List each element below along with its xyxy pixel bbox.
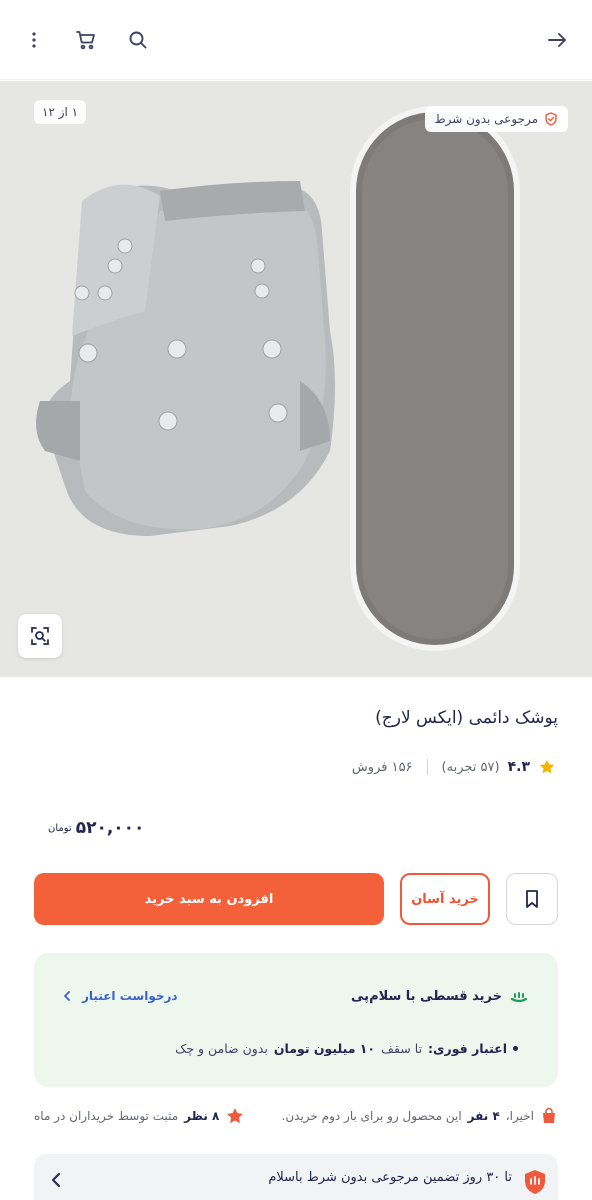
- return-guarantee-row[interactable]: تا ۳۰ روز تضمین مرجوعی بدون شرط باسلام: [34, 1154, 558, 1200]
- credit-bullet-label: اعتبار فوری:: [428, 1041, 507, 1056]
- star-icon: [539, 759, 555, 774]
- image-zoom-button[interactable]: [18, 614, 62, 658]
- sales-count: ۱۵۶ فروش: [351, 759, 413, 775]
- currency-label: تومان: [48, 822, 72, 834]
- top-app-bar: [0, 0, 592, 80]
- zoom-icon: [31, 627, 49, 645]
- more-vertical-icon[interactable]: [18, 24, 50, 56]
- product-price: تومان ۵۲۰,۰۰۰: [48, 818, 144, 838]
- salampay-logo-icon: [510, 991, 528, 1002]
- cart-icon[interactable]: [70, 24, 102, 56]
- opinion-count: ۸ نظر: [184, 1109, 220, 1123]
- credit-bullet-text1: تا سقف: [381, 1041, 423, 1056]
- price-amount: ۵۲۰,۰۰۰: [75, 818, 145, 838]
- installment-credit-card: خرید قسطی با سلام‌پی درخواست اعتبار اعتب…: [34, 953, 558, 1087]
- rating-score: ۴.۳: [507, 759, 530, 775]
- chevron-left-icon: [50, 1172, 62, 1192]
- product-meta: ۴.۳ (۵۷ تجربه) ۱۵۶ فروش: [352, 756, 556, 778]
- star-icon: [227, 1108, 244, 1124]
- return-policy-badge: مرجوعی بدون شرط: [424, 106, 568, 132]
- search-icon[interactable]: [122, 24, 154, 56]
- social-proof-row: اخیرا، ۴ نفر این محصول رو برای بار دوم خ…: [34, 1104, 558, 1128]
- credit-bullet-amount: ۱۰ میلیون تومان: [273, 1041, 376, 1056]
- credit-bullet-text2: بدون ضامن و چک: [175, 1041, 268, 1056]
- recent-purchases: اخیرا، ۴ نفر این محصول رو برای بار دوم خ…: [282, 1107, 558, 1125]
- recent-suffix: این محصول رو برای بار دوم خریدن.: [281, 1109, 462, 1123]
- arrow-right-icon[interactable]: [541, 24, 573, 56]
- bookmark-icon: [526, 890, 538, 908]
- shopping-bag-icon: [543, 1107, 555, 1123]
- bullet-dot: [513, 1046, 518, 1051]
- shield-check-icon: [545, 112, 557, 126]
- recent-prefix: اخیرا،: [505, 1109, 534, 1123]
- guarantee-text: تا ۳۰ روز تضمین مرجوعی بدون شرط باسلام: [268, 1170, 512, 1185]
- bookmark-button[interactable]: [506, 873, 558, 925]
- guarantee-shield-icon: [522, 1168, 548, 1200]
- product-title: پوشک دائمی (ایکس لارج): [375, 708, 558, 728]
- request-credit-label: درخواست اعتبار: [82, 989, 178, 1003]
- credit-title: خرید قسطی با سلام‌پی: [351, 989, 528, 1004]
- add-to-cart-button[interactable]: افزودن به سبد خرید: [34, 873, 384, 925]
- chevron-left-icon: [64, 991, 70, 1001]
- positive-opinions: ۸ نظر مثبت توسط خریداران در ماه: [34, 1106, 245, 1126]
- credit-title-text: خرید قسطی با سلام‌پی: [351, 989, 502, 1004]
- product-image-gallery[interactable]: [0, 81, 592, 677]
- image-counter: ۱ از ۱۲: [34, 100, 87, 124]
- product-image: [0, 81, 592, 677]
- easy-buy-button[interactable]: خرید آسان: [400, 873, 490, 925]
- credit-bullet: اعتبار فوری: تا سقف ۱۰ میلیون تومان بدون…: [175, 1041, 518, 1056]
- request-credit-link[interactable]: درخواست اعتبار: [62, 989, 178, 1003]
- return-badge-label: مرجوعی بدون شرط: [434, 112, 538, 126]
- meta-divider: [426, 759, 428, 775]
- review-count[interactable]: (۵۷ تجربه): [442, 760, 500, 775]
- recent-count: ۴ نفر: [467, 1109, 500, 1123]
- opinion-suffix: مثبت توسط خریداران در ماه: [34, 1109, 179, 1123]
